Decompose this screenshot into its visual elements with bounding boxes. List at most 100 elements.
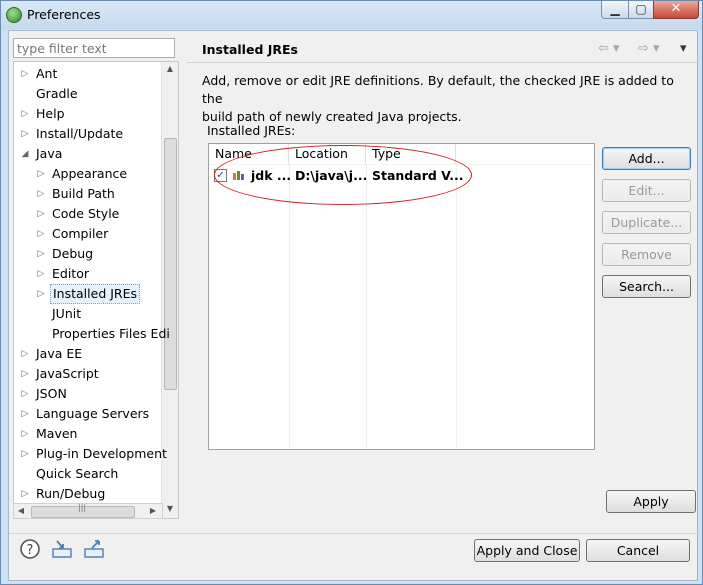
column-header-name[interactable]: Name	[209, 144, 289, 164]
tree-item-label: Debug	[52, 246, 94, 261]
tree-item[interactable]: ▷ JSON	[14, 384, 162, 404]
tree-item[interactable]: ▷ Java EE	[14, 344, 162, 364]
collapsed-arrow-icon[interactable]: ▷	[20, 424, 30, 444]
forward-arrow-icon[interactable]: ⇨ ▾	[638, 41, 660, 56]
collapsed-arrow-icon[interactable]: ▷	[20, 344, 30, 364]
jre-name: jdk ...	[251, 168, 292, 183]
tree-item[interactable]: Gradle	[14, 84, 162, 104]
collapsed-arrow-icon[interactable]: ▷	[20, 104, 30, 124]
collapsed-arrow-icon[interactable]: ▷	[36, 184, 46, 204]
minimize-icon: ▁	[610, 2, 620, 16]
tree-item-label: Quick Search	[36, 466, 119, 481]
jre-table[interactable]: Name Location Type ✓ jdk ... D:\java\j..…	[208, 143, 595, 450]
svg-text:?: ?	[27, 543, 34, 558]
preference-tree[interactable]: ▲ ▼ ▷ Ant Gradle ▷ Help ▷ Install/Update ◢ Java ▷…	[13, 61, 179, 519]
tree-item-label: Build Path	[52, 186, 115, 201]
maximize-button[interactable]: ▢	[628, 1, 654, 19]
tree-item[interactable]: ▷ Language Servers	[14, 404, 162, 424]
tree-item[interactable]: ▷ Install/Update	[14, 124, 162, 144]
scroll-right-icon[interactable]: ▶	[146, 506, 160, 515]
collapsed-arrow-icon[interactable]: ▷	[36, 264, 46, 284]
tree-item-label: Properties Files Edi	[52, 326, 170, 341]
collapsed-arrow-icon[interactable]: ▷	[36, 284, 46, 304]
collapsed-arrow-icon[interactable]: ▷	[20, 384, 30, 404]
collapsed-arrow-icon[interactable]: ▷	[36, 204, 46, 224]
tree-item[interactable]: ▷ Plug-in Development	[14, 444, 167, 464]
tree-item[interactable]: ▷ Build Path	[14, 184, 162, 204]
collapsed-arrow-icon[interactable]: ▷	[20, 484, 30, 504]
tree-item-label: Plug-in Development	[36, 446, 167, 461]
collapsed-arrow-icon[interactable]: ▷	[36, 164, 46, 184]
tree-item[interactable]: Properties Files Edi	[14, 324, 170, 344]
apply-button[interactable]: Apply	[606, 490, 696, 513]
tree-item-label: Language Servers	[36, 406, 150, 421]
tree-item[interactable]: ▷ Debug	[14, 244, 162, 264]
collapsed-arrow-icon[interactable]: ▷	[20, 124, 30, 144]
preferences-window: Preferences ▁ ▢ ✕ ▲ ▼ ▷AntGradle▷Help▷In…	[0, 0, 703, 585]
tree-scroll-thumb[interactable]	[164, 138, 177, 390]
tree-item[interactable]: ▷ Code Style	[14, 204, 162, 224]
tree-item-label: Appearance	[52, 166, 128, 181]
tree-item[interactable]: Quick Search	[14, 464, 162, 484]
scroll-down-icon[interactable]: ▼	[162, 504, 178, 513]
collapsed-arrow-icon[interactable]: ▷	[20, 64, 30, 84]
tree-item[interactable]: ▷ Installed JREs	[14, 284, 162, 304]
tree-item[interactable]: ▷ Appearance	[14, 164, 162, 184]
tree-item[interactable]: ▷ Run/Debug	[14, 484, 162, 504]
tree-hscroll-thumb[interactable]: |||	[31, 503, 135, 518]
collapsed-arrow-icon[interactable]: ▷	[20, 364, 30, 384]
jre-location: D:\java\j...	[295, 168, 368, 183]
tree-item[interactable]: ▷ Compiler	[14, 224, 162, 244]
jre-checkbox[interactable]: ✓	[214, 169, 227, 182]
tree-item-label: Install/Update	[36, 126, 124, 141]
view-menu-icon[interactable]: ▾	[680, 41, 687, 56]
tree-item-label: Java	[36, 146, 63, 161]
tree-item-label: Code Style	[52, 206, 120, 221]
jre-type: Standard V...	[372, 168, 464, 183]
tree-item-label: Help	[36, 106, 65, 121]
close-button[interactable]: ✕	[653, 1, 699, 19]
title-bar[interactable]: Preferences ▁ ▢ ✕	[1, 1, 702, 29]
collapsed-arrow-icon[interactable]: ▷	[36, 244, 46, 264]
tree-item-label: Run/Debug	[36, 486, 106, 501]
help-icon[interactable]: ?	[19, 538, 41, 560]
tree-item-label: Editor	[52, 266, 89, 281]
collapsed-arrow-icon[interactable]: ▷	[20, 404, 30, 424]
window-title: Preferences	[27, 7, 101, 22]
cancel-button[interactable]: Cancel	[586, 539, 690, 562]
tree-item[interactable]: ◢ Java	[14, 144, 162, 164]
search-button[interactable]: Search...	[602, 275, 691, 298]
tree-item-label: Java EE	[36, 346, 83, 361]
scroll-up-icon[interactable]: ▲	[162, 64, 178, 73]
filter-field[interactable]	[13, 38, 175, 58]
edit-button[interactable]: Edit...	[602, 179, 691, 202]
column-header-location[interactable]: Location	[289, 144, 366, 164]
minimize-button[interactable]: ▁	[601, 1, 629, 19]
filter-input[interactable]	[14, 39, 170, 57]
tree-item-label: Installed JREs	[50, 284, 141, 304]
import-icon[interactable]	[51, 538, 73, 560]
column-header-type[interactable]: Type	[366, 144, 456, 164]
export-icon[interactable]	[83, 538, 105, 560]
collapsed-arrow-icon[interactable]: ▷	[20, 444, 30, 464]
tree-item[interactable]: ▷ Ant	[14, 64, 162, 84]
collapsed-arrow-icon[interactable]: ▷	[36, 224, 46, 244]
scroll-left-icon[interactable]: ◀	[14, 506, 28, 515]
dialog-body: ▲ ▼ ▷ Ant Gradle ▷ Help ▷ Install/Update ◢ Java ▷…	[8, 30, 698, 581]
tree-item-label: Maven	[36, 426, 78, 441]
installed-jres-label: Installed JREs:	[207, 123, 296, 138]
tree-item[interactable]: ▷ Editor	[14, 264, 162, 284]
tree-item[interactable]: ▷ Help	[14, 104, 162, 124]
tree-item[interactable]: ▷ Maven	[14, 424, 162, 444]
remove-button[interactable]: Remove	[602, 243, 691, 266]
jre-library-icon	[233, 171, 244, 180]
apply-and-close-button[interactable]: Apply and Close	[474, 539, 580, 562]
tree-horizontal-scrollbar[interactable]: ◀ ||| ▶	[13, 503, 163, 519]
back-arrow-icon[interactable]: ⇦ ▾	[598, 41, 620, 56]
duplicate-button[interactable]: Duplicate...	[602, 211, 691, 234]
add-button[interactable]: Add...	[602, 147, 691, 170]
footer-divider	[9, 533, 697, 534]
tree-item[interactable]: JUnit	[14, 304, 162, 324]
tree-item[interactable]: ▷ JavaScript	[14, 364, 162, 384]
expanded-arrow-icon[interactable]: ◢	[20, 144, 30, 164]
